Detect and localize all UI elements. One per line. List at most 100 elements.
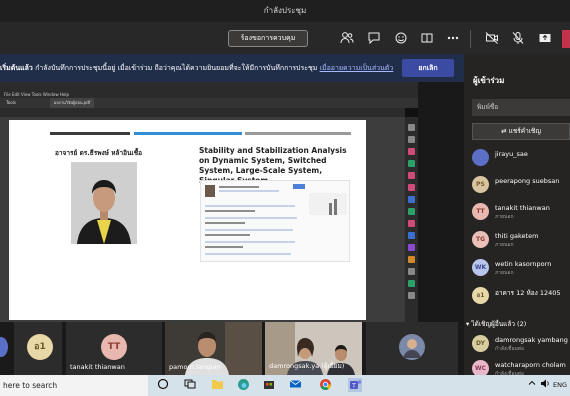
chrome-icon[interactable] [318, 378, 332, 392]
participant-name: อาคาร 12 ห้อง 12405 [495, 289, 561, 297]
volume-icon[interactable] [538, 378, 552, 392]
tool-icon[interactable] [408, 160, 415, 167]
avatar: PS [472, 176, 489, 193]
tool-icon[interactable] [408, 232, 415, 239]
panel-title: ผู้เข้าร่วม [473, 76, 505, 85]
mic-off-icon[interactable] [510, 31, 526, 47]
video-tile[interactable]: damrongsak.ya (ผู้เยี่ยม) [265, 322, 362, 375]
file-explorer-icon[interactable] [210, 378, 224, 392]
language-indicator[interactable]: ENG [553, 375, 567, 396]
participant-name: damrongsak yambang [495, 336, 568, 344]
invited-section-label: ได้เชิญผู้อื่นแล้ว (2) [471, 320, 527, 328]
participant-status: ภายนอก [495, 242, 514, 248]
participant-name: wetin kasornporn [495, 260, 552, 268]
toolbar-divider [470, 30, 471, 48]
avatar: WK [472, 259, 489, 276]
tile-name: damrongsak.ya (ผู้เยี่ยม) [269, 362, 345, 370]
tile-name: pamorn.lampan [169, 363, 221, 371]
tool-icon[interactable] [408, 196, 415, 203]
tool-icon[interactable] [408, 292, 415, 299]
slide-bar [245, 132, 351, 135]
participant-status: กำลังเชื่อมต่อ [495, 346, 524, 352]
pdf-app-titlebar [0, 82, 418, 91]
participant-name: watcharaporn cholam [495, 361, 566, 369]
share-icon[interactable] [537, 31, 553, 47]
tab-tools[interactable]: Tools [2, 98, 20, 108]
participant-name: thiti gaketem [495, 232, 539, 240]
pdf-toolbar [0, 108, 405, 117]
participant-row[interactable]: jirayu_sae [472, 149, 570, 169]
tool-icon[interactable] [408, 244, 415, 251]
chat-icon[interactable] [366, 31, 382, 47]
privacy-link[interactable]: เมื่ออายความเป็นส่วนตัว [320, 64, 394, 72]
participant-name: peerapong suebsan [495, 177, 560, 185]
more-icon[interactable] [445, 31, 461, 47]
tool-icon[interactable] [408, 256, 415, 263]
task-view-icon[interactable] [183, 378, 197, 392]
avatar: TT [101, 334, 127, 360]
share-invite-label: แชร์คำเชิญ [508, 127, 541, 135]
tool-icon[interactable] [408, 184, 415, 191]
participant-name: jirayu_sae [495, 150, 528, 158]
request-control-button[interactable]: ร้องขอการควบคุม [228, 30, 308, 47]
banner-title: เริ่มต้นแล้ว [0, 64, 33, 72]
video-tile[interactable]: pamorn.lampan [165, 322, 262, 375]
tool-icon[interactable] [408, 280, 415, 287]
teams-icon[interactable]: T [348, 378, 362, 392]
chevron-up-icon[interactable] [525, 378, 539, 392]
pdf-app-menu: File Edit View Tools Window Help [0, 91, 418, 98]
participant-status: ภายนอก [495, 270, 514, 276]
avatar [472, 149, 489, 166]
avatar: TT [472, 203, 489, 220]
taskbar-search-input[interactable]: here to search [0, 375, 148, 396]
tool-icon[interactable] [408, 172, 415, 179]
invited-section-header[interactable]: ▾ ได้เชิญผู้อื่นแล้ว (2) [466, 319, 526, 329]
tool-icon[interactable] [408, 220, 415, 227]
participant-row[interactable]: DY damrongsak yambang กำลังเชื่อมต่อ [472, 335, 570, 355]
avatar-photo [399, 334, 425, 360]
people-icon[interactable] [339, 31, 355, 47]
video-tile[interactable]: TT tanakit thianwan [66, 322, 162, 375]
svg-text:T: T [351, 383, 356, 390]
participant-status: ภายนอก [495, 214, 514, 220]
store-icon[interactable] [262, 378, 276, 392]
share-invite-button[interactable]: ⇄ แชร์คำเชิญ [472, 123, 570, 140]
banner-text: กำลังบันทึกการประชุมนี้อยู่ เมื่อเข้าร่ว… [35, 64, 318, 72]
cancel-recording-button[interactable]: ยกเลิก [402, 59, 454, 77]
participant-row[interactable]: WK wetin kasornporn ภายนอก [472, 259, 570, 279]
cortana-icon[interactable] [156, 378, 170, 392]
scholar-profile-image [200, 180, 350, 262]
reactions-icon[interactable] [393, 31, 409, 47]
participant-row[interactable]: อ1 อาคาร 12 ห้อง 12405 [472, 287, 570, 307]
avatar: DY [472, 335, 489, 352]
avatar: อ1 [472, 287, 489, 304]
participant-name: tanakit thianwan [495, 204, 550, 212]
mail-icon[interactable] [288, 378, 302, 392]
avatar: อ1 [27, 334, 53, 360]
rooms-icon[interactable] [419, 31, 435, 47]
video-tile[interactable]: อ1 [14, 322, 62, 375]
participant-row[interactable]: TG thiti gaketem ภายนอก [472, 231, 570, 251]
leave-button[interactable] [562, 30, 570, 48]
participant-search-input[interactable]: พิมพ์ชื่อ [472, 99, 570, 116]
screen-margin [418, 82, 464, 322]
slide-bar [50, 132, 130, 135]
participant-row[interactable]: PS peerapong suebsan [472, 176, 570, 196]
tool-icon[interactable] [408, 148, 415, 155]
camera-off-icon[interactable] [484, 31, 500, 47]
tab-document[interactable]: ผลงานวิจัยผู้สอน.pdf [50, 98, 95, 108]
pdf-app-tabs: Tools ผลงานวิจัยผู้สอน.pdf [0, 98, 418, 108]
tool-icon[interactable] [408, 208, 415, 215]
slide-bar [134, 132, 242, 135]
tool-icon[interactable] [408, 268, 415, 275]
tool-icon[interactable] [408, 136, 415, 143]
presenter-photo [71, 162, 137, 244]
video-tile[interactable] [366, 322, 458, 375]
recording-banner: เริ่มต้นแล้ว กำลังบันทึกการประชุมนี้อยู่… [0, 54, 464, 82]
edge-icon[interactable] [236, 378, 250, 392]
participant-row[interactable]: TT tanakit thianwan ภายนอก [472, 203, 570, 223]
tile-name: tanakit thianwan [70, 363, 125, 371]
presenter-name: อาจารย์ ดร.ธีรพงษ์ หล้าอินเชื้อ [55, 149, 143, 157]
share-invite-icon: ⇄ [501, 127, 509, 135]
tool-icon[interactable] [408, 124, 415, 131]
